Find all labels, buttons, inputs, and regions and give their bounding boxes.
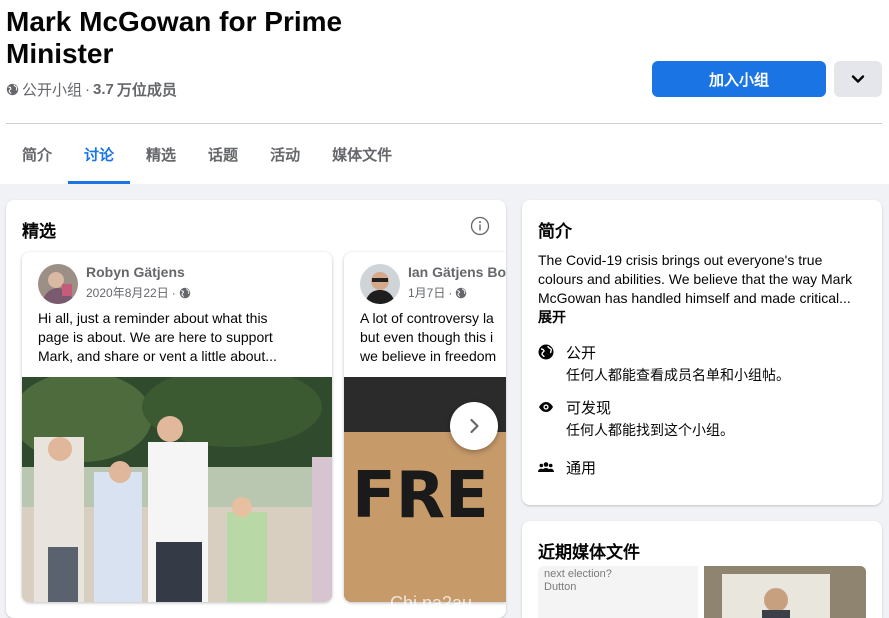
featured-card: 精选 Robyn Gätjens 2020年8月22日 · Hi all, ju… (6, 200, 506, 618)
post-photo[interactable] (22, 377, 332, 602)
visibility-row: 可发现 任何人都能找到这个小组。 (538, 397, 734, 440)
carousel-next-button[interactable] (450, 402, 498, 450)
post-author[interactable]: Ian Gätjens Bo (408, 264, 506, 280)
post-author[interactable]: Robyn Gätjens (86, 264, 185, 280)
tab-about[interactable]: 简介 (6, 124, 68, 184)
post-date: 2020年8月22日 · (86, 284, 191, 301)
tab-topics[interactable]: 话题 (192, 124, 254, 184)
excerpt-line: A lot of controversy la (360, 310, 494, 326)
about-description: The Covid-19 crisis brings out everyone'… (538, 251, 868, 327)
post-excerpt: Hi all, just a reminder about what this … (38, 309, 318, 366)
thumbnail-text: next election? Dutton (544, 568, 612, 594)
thumbnail-line: next election? (544, 568, 612, 580)
media-thumbnail[interactable] (704, 566, 866, 618)
chevron-right-icon (470, 418, 479, 434)
expand-link[interactable]: 展开 (538, 309, 566, 325)
general-row: 通用 (538, 457, 596, 478)
more-options-button[interactable] (834, 61, 882, 97)
globe-icon (538, 344, 554, 360)
date-separator: · (171, 285, 176, 300)
media-thumbnail[interactable]: next election? Dutton (538, 566, 698, 618)
about-description-text: The Covid-19 crisis brings out everyone'… (538, 252, 853, 306)
recent-media-card: 近期媒体文件 next election? Dutton (522, 521, 882, 618)
globe-icon (6, 83, 19, 96)
group-meta: 公开小组 · 3.7 万位成员 (6, 79, 177, 100)
privacy-description: 任何人都能查看成员名单和小组帖。 (566, 367, 790, 383)
post-date-text[interactable]: 2020年8月22日 (86, 284, 169, 301)
sign-text: FRE SPEE (352, 459, 506, 533)
group-title: Mark McGowan for Prime Minister (6, 6, 343, 69)
privacy-label: 公开小组 (22, 82, 83, 99)
excerpt-line: Mark, and share or vent a little about..… (38, 348, 277, 364)
watermark: Chi na2au (390, 593, 473, 613)
about-card: 简介 The Covid-19 crisis brings out everyo… (522, 200, 882, 505)
tab-events[interactable]: 活动 (254, 124, 316, 184)
members-unit[interactable]: 万位成员 (117, 79, 177, 100)
excerpt-line: but even though this i (360, 329, 494, 345)
globe-icon (456, 287, 467, 298)
tab-featured[interactable]: 精选 (130, 124, 192, 184)
globe-icon (179, 287, 190, 298)
tab-media[interactable]: 媒体文件 (316, 124, 408, 184)
general-label: 通用 (566, 460, 597, 477)
info-icon[interactable] (470, 216, 490, 236)
tab-discussion[interactable]: 讨论 (68, 124, 131, 184)
featured-post[interactable]: Robyn Gätjens 2020年8月22日 · Hi all, just … (22, 252, 332, 602)
post-excerpt: A lot of controversy la but even though … (360, 309, 506, 366)
privacy-title: 公开 (566, 345, 597, 362)
avatar[interactable] (360, 264, 400, 304)
post-date: 1月7日 · (408, 284, 467, 301)
recent-media-heading: 近期媒体文件 (538, 543, 640, 562)
eye-icon (539, 402, 553, 412)
excerpt-line: Hi all, just a reminder about what this (38, 310, 268, 326)
members-count[interactable]: 3.7 (93, 81, 114, 98)
visibility-description: 任何人都能找到这个小组。 (566, 422, 734, 438)
people-icon (538, 462, 554, 472)
group-tabs: 简介 讨论 精选 话题 活动 媒体文件 (6, 124, 408, 184)
privacy-row: 公开 任何人都能查看成员名单和小组帖。 (538, 342, 790, 385)
date-separator: · (448, 285, 453, 300)
media-photo (704, 566, 866, 618)
group-header: Mark McGowan for Prime Minister 公开小组 · 3… (0, 0, 889, 184)
featured-heading: 精选 (22, 222, 56, 241)
excerpt-line: page is about. We are here to support (38, 329, 273, 345)
join-group-button[interactable]: 加入小组 (652, 61, 826, 97)
chevron-down-icon (851, 75, 865, 83)
about-heading: 简介 (538, 222, 572, 241)
meta-separator: · (85, 81, 91, 98)
excerpt-line: we believe in freedom (360, 348, 497, 364)
post-date-text[interactable]: 1月7日 (408, 284, 445, 301)
thumbnail-line: Dutton (544, 581, 577, 593)
visibility-title: 可发现 (566, 400, 612, 417)
avatar[interactable] (38, 264, 78, 304)
